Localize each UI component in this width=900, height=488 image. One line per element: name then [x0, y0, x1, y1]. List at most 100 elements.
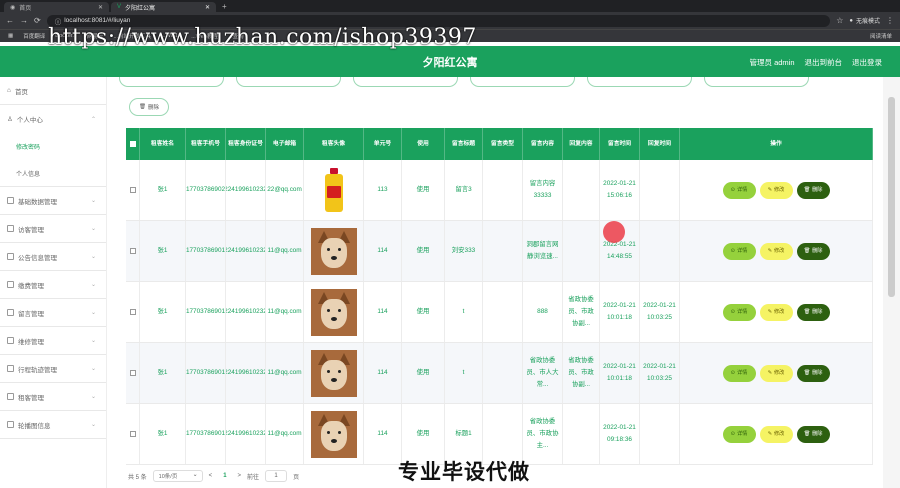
- search-field[interactable]: [353, 77, 458, 87]
- dog-photo-image: [310, 349, 357, 397]
- edit-label: 修改: [773, 431, 785, 437]
- page-size-select[interactable]: 10条/页: [152, 470, 203, 482]
- url-input[interactable]: ⓘ localhost:8081/#/liuyan: [46, 14, 831, 27]
- detail-button[interactable]: ⊙ 详情: [722, 242, 756, 260]
- tenant-avatar-image: [304, 221, 364, 281]
- message-type-cell: [483, 404, 523, 464]
- goto-frontend-link[interactable]: 退出到前台: [805, 57, 843, 68]
- sidebar-item-carousel[interactable]: 轮播图信息 ⌄: [0, 411, 106, 439]
- delete-button[interactable]: 🗑 删除: [796, 303, 830, 321]
- sidebar-item-notices[interactable]: 公告信息管理 ⌄: [0, 243, 106, 271]
- current-page[interactable]: 1: [218, 473, 231, 479]
- trash-icon: 🗑: [803, 187, 811, 193]
- logout-link[interactable]: 退出登录: [852, 57, 882, 68]
- bookmark-item[interactable]: ...Web教程: [191, 32, 218, 40]
- chevron-down-icon: ⌄: [90, 282, 96, 288]
- search-field[interactable]: [119, 77, 224, 87]
- batch-delete-button[interactable]: 🗑 删除: [129, 98, 169, 116]
- detail-button[interactable]: ⊙ 详情: [722, 303, 756, 321]
- search-field[interactable]: [470, 77, 575, 87]
- search-field[interactable]: [236, 77, 341, 87]
- chevron-down-icon: ⌄: [90, 366, 96, 372]
- row-checkbox[interactable]: [126, 160, 140, 220]
- bookmark-item[interactable]: ...查询: [228, 32, 244, 40]
- unit-number-cell: 113: [364, 160, 402, 220]
- edit-icon: ✎: [767, 187, 772, 193]
- sidebar-item-home[interactable]: ⌂ 首页: [0, 77, 106, 105]
- forward-icon[interactable]: →: [20, 16, 28, 25]
- detail-button[interactable]: ⊙ 详情: [722, 181, 756, 199]
- reply-content-cell: 省政协委员、市政协副...: [563, 343, 600, 403]
- sidebar-item-trips[interactable]: 行程轨迹管理 ⌄: [0, 355, 106, 383]
- menu-icon[interactable]: ⋮: [886, 16, 894, 25]
- search-field[interactable]: [587, 77, 692, 87]
- row-checkbox[interactable]: [126, 404, 140, 464]
- edit-button[interactable]: ✎ 修改: [759, 242, 793, 260]
- reload-icon[interactable]: ⟳: [34, 16, 41, 25]
- use-status-cell: 使用: [402, 343, 445, 403]
- bookmark-item[interactable]: ...Win10: [161, 33, 181, 39]
- prev-page-button[interactable]: <: [209, 473, 213, 479]
- sidebar-item-personal-center[interactable]: ♙ 个人中心 ⌃: [0, 105, 106, 133]
- edit-button[interactable]: ✎ 修改: [759, 364, 793, 382]
- sidebar-subitem-personal-info[interactable]: 个人信息: [0, 160, 106, 187]
- search-field[interactable]: [704, 77, 809, 87]
- reading-list[interactable]: 阅读清单: [870, 32, 892, 40]
- detail-button[interactable]: ⊙ 详情: [722, 364, 756, 382]
- row-checkbox[interactable]: [126, 343, 140, 403]
- bookmark-item[interactable]: 网易云: [87, 32, 104, 40]
- trash-icon: 🗑: [803, 309, 811, 315]
- bookmark-item[interactable]: ...前端开发工具: [113, 32, 151, 40]
- delete-button[interactable]: 🗑 删除: [796, 364, 830, 382]
- select-all-checkbox[interactable]: [126, 128, 140, 160]
- edit-label: 修改: [773, 370, 785, 376]
- tenant-avatar-image: [304, 343, 364, 403]
- edit-label: 修改: [773, 248, 785, 254]
- sidebar-item-tenants[interactable]: 租客管理 ⌄: [0, 383, 106, 411]
- close-icon[interactable]: ✕: [98, 4, 103, 11]
- close-icon[interactable]: ✕: [205, 4, 210, 11]
- row-checkbox[interactable]: [126, 221, 140, 281]
- browser-tab-active[interactable]: V 夕阳红公寓 ✕: [111, 2, 216, 12]
- delete-button[interactable]: 🗑 删除: [796, 181, 830, 199]
- sidebar-item-messages[interactable]: 留言管理 ⌄: [0, 299, 106, 327]
- tab-icon: V: [117, 4, 122, 10]
- sidebar-subitem-change-password[interactable]: 修改密码: [0, 133, 106, 160]
- tenant-avatar-image: [304, 160, 364, 220]
- delete-label: 删除: [812, 309, 823, 315]
- delete-button[interactable]: 🗑 删除: [796, 425, 830, 443]
- sidebar-item-label: 首页: [14, 88, 28, 96]
- sidebar-item-repairs[interactable]: 维修管理 ⌄: [0, 327, 106, 355]
- next-page-button[interactable]: >: [238, 473, 242, 479]
- page-unit-label: 页: [293, 474, 300, 481]
- profile-button[interactable]: ● 无痕模式: [849, 16, 880, 26]
- info-icon: ⊙: [730, 187, 735, 193]
- scrollbar-thumb[interactable]: [888, 97, 895, 297]
- edit-button[interactable]: ✎ 修改: [759, 181, 793, 199]
- row-checkbox[interactable]: [126, 282, 140, 342]
- bookmark-item[interactable]: Docker...: [55, 33, 77, 39]
- user-icon: ♙: [7, 116, 13, 123]
- detail-button[interactable]: ⊙ 详情: [722, 425, 756, 443]
- trash-icon: 🗑: [139, 104, 146, 110]
- new-tab-icon[interactable]: +: [218, 2, 231, 12]
- apps-icon[interactable]: ▦: [8, 33, 13, 39]
- bookmark-item[interactable]: 百度翻译: [23, 32, 45, 40]
- grid-icon: [7, 421, 14, 428]
- sidebar-item-payments[interactable]: 缴费管理 ⌄: [0, 271, 106, 299]
- scrollbar[interactable]: [883, 77, 900, 488]
- message-time-cell: 2022-01-21 10:01:18: [600, 343, 640, 403]
- goto-page-input[interactable]: 1: [265, 470, 288, 482]
- message-title-cell: 标题1: [445, 404, 483, 464]
- edit-button[interactable]: ✎ 修改: [759, 425, 793, 443]
- star-icon[interactable]: ☆: [836, 16, 843, 25]
- sidebar-item-visitors[interactable]: 访客管理 ⌄: [0, 215, 106, 243]
- sidebar-item-basic-data[interactable]: 基础数据管理 ⌄: [0, 187, 106, 215]
- detail-label: 详情: [736, 248, 748, 254]
- delete-button[interactable]: 🗑 删除: [796, 242, 830, 260]
- back-icon[interactable]: ←: [6, 16, 14, 25]
- edit-button[interactable]: ✎ 修改: [759, 303, 793, 321]
- info-icon: ⊙: [730, 370, 735, 376]
- browser-tab[interactable]: ◉ 首页 ✕: [4, 2, 109, 12]
- url-text: localhost:8081/#/liuyan: [64, 17, 131, 24]
